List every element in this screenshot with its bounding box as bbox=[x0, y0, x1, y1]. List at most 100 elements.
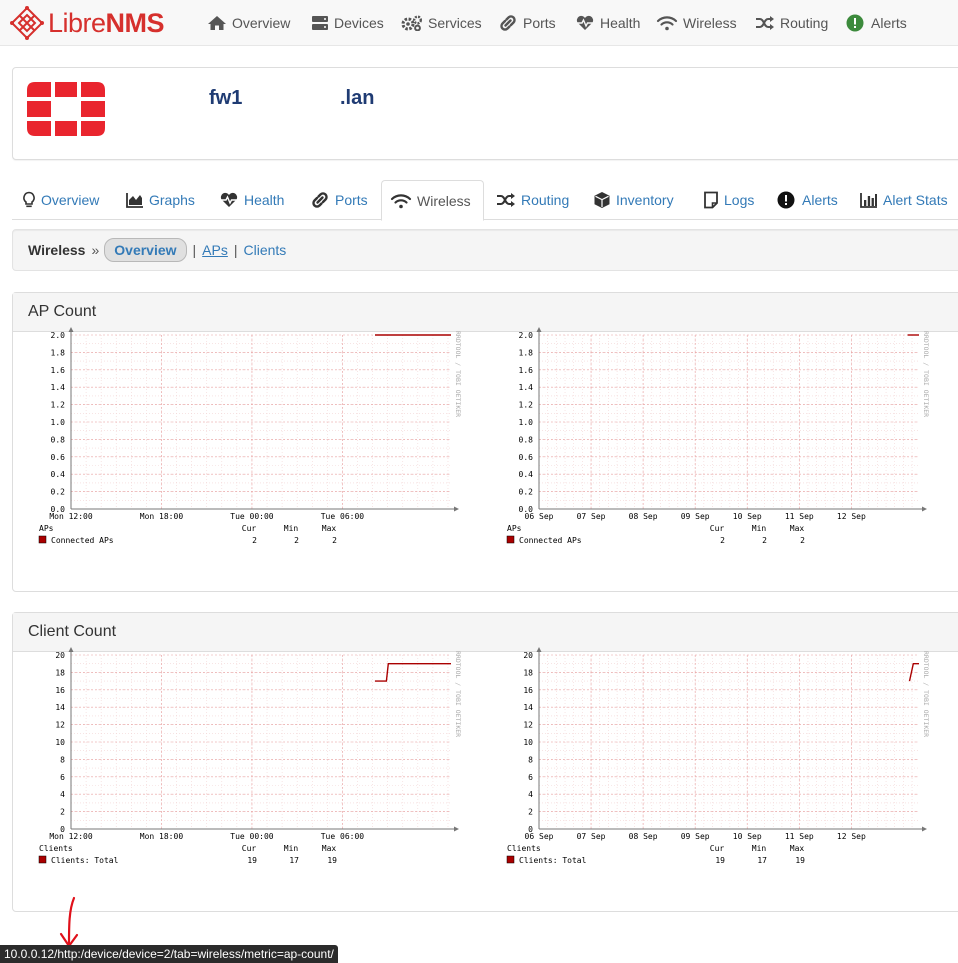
y-tick-label: 1.0 bbox=[519, 418, 534, 427]
legend-swatch bbox=[506, 535, 515, 544]
ap-count-panel: AP Count 0.0 0.2 0.4 0.6 0.8 1.0 1.2 1.4 1.6 1.8 2… bbox=[12, 292, 958, 592]
y-tick-label: 16 bbox=[55, 686, 65, 695]
x-axis-arrow bbox=[922, 506, 927, 512]
legend-value: 2 bbox=[800, 536, 805, 545]
legend-value: 2 bbox=[294, 536, 299, 545]
nav-label: Devices bbox=[334, 15, 384, 31]
tab-ports[interactable]: Ports bbox=[302, 180, 376, 220]
tab-graphs[interactable]: Graphs bbox=[118, 180, 203, 220]
nav-ports[interactable]: Ports bbox=[498, 0, 556, 46]
brand-name: LibreNMS bbox=[48, 7, 165, 38]
y-tick-label: 1.8 bbox=[51, 348, 66, 357]
ap-count-week-graph[interactable]: 0.00.20.40.60.81.01.21.41.61.82.006 Sep 0… bbox=[497, 309, 937, 549]
y-tick-label: 6 bbox=[528, 773, 533, 782]
tab-label: Routing bbox=[521, 192, 570, 208]
legend-column-header: Max bbox=[790, 524, 805, 533]
y-tick-label: 4 bbox=[528, 790, 533, 799]
tab-logs[interactable]: Logs bbox=[695, 180, 762, 220]
tab-label: Overview bbox=[41, 192, 100, 208]
nav-label: Alerts bbox=[871, 15, 907, 31]
legend-column-header: Min bbox=[752, 844, 767, 853]
x-tick-label: 07 Sep bbox=[577, 832, 606, 841]
y-tick-label: 0.6 bbox=[51, 453, 66, 462]
legend-series-name: Clients: Total bbox=[519, 856, 587, 865]
nav-health[interactable]: Health bbox=[575, 0, 640, 46]
y-tick-label: 12 bbox=[55, 721, 65, 730]
bar-chart-icon bbox=[860, 193, 877, 208]
legend-value: 19 bbox=[247, 856, 257, 865]
x-tick-label: Mon 18:00 bbox=[140, 512, 184, 521]
client-count-week-graph[interactable]: 0246810121416182006 Sep 07 Sep 08 Sep 09 Se… bbox=[497, 629, 937, 869]
tab-wireless[interactable]: Wireless bbox=[381, 180, 484, 221]
nav-alerts[interactable]: Alerts bbox=[846, 0, 907, 46]
y-tick-label: 10 bbox=[55, 738, 65, 747]
client-count-day-graph[interactable]: 02468101214161820Mon 12:00 Mon 18:00 Tue 0… bbox=[29, 629, 469, 869]
x-tick-label: 09 Sep bbox=[681, 512, 710, 521]
nav-overview[interactable]: Overview bbox=[207, 0, 290, 46]
legend-column-header: Cur bbox=[710, 844, 725, 853]
nav-label: Overview bbox=[232, 15, 291, 31]
submenu-clients-link[interactable]: Clients bbox=[244, 242, 287, 258]
tab-health[interactable]: Health bbox=[211, 180, 292, 220]
device-domain[interactable]: .lan bbox=[340, 87, 374, 110]
home-icon bbox=[208, 16, 226, 30]
nav-label: Wireless bbox=[683, 15, 737, 31]
legend-value: 2 bbox=[720, 536, 725, 545]
nav-devices[interactable]: Devices bbox=[311, 0, 384, 46]
submenu-aps-link[interactable]: APs bbox=[202, 242, 228, 258]
brand-logo[interactable]: LibreNMS bbox=[10, 4, 165, 42]
wireless-submenu: Wireless » Overview | APs | Clients bbox=[12, 229, 958, 271]
legend-value: 19 bbox=[327, 856, 337, 865]
lightbulb-icon bbox=[23, 191, 35, 208]
legend-swatch bbox=[38, 855, 47, 864]
legend-column-header: Min bbox=[284, 844, 299, 853]
ap-count-day-graph[interactable]: 0.00.20.40.60.81.01.21.41.61.82.0Mon 12:… bbox=[29, 309, 469, 549]
y-tick-label: 1.2 bbox=[519, 401, 534, 410]
heartbeat-icon bbox=[220, 192, 238, 207]
heartbeat-icon bbox=[576, 15, 594, 30]
legend-title: Clients bbox=[507, 844, 541, 853]
server-icon bbox=[312, 16, 328, 30]
tab-inventory[interactable]: Inventory bbox=[585, 180, 682, 220]
x-tick-label: 09 Sep bbox=[681, 832, 710, 841]
legend-value: 19 bbox=[715, 856, 725, 865]
device-hostname[interactable]: fw1 bbox=[209, 87, 242, 110]
rrdtool-watermark: RRDTOOL / TOBI OETIKER bbox=[922, 331, 930, 417]
nav-routing[interactable]: Routing bbox=[755, 0, 828, 46]
submenu-arrow: » bbox=[91, 242, 100, 258]
y-tick-label: 1.6 bbox=[519, 366, 534, 375]
x-tick-label: 10 Sep bbox=[733, 512, 762, 521]
x-tick-label: 06 Sep bbox=[525, 512, 554, 521]
nav-services[interactable]: Services bbox=[401, 0, 482, 46]
tab-label: Alerts bbox=[802, 192, 838, 208]
top-navbar: LibreNMS Overview Devices Services Ports… bbox=[0, 0, 958, 46]
tab-alerts[interactable]: Alerts bbox=[769, 180, 846, 220]
tab-routing[interactable]: Routing bbox=[488, 180, 577, 220]
submenu-overview-pill[interactable]: Overview bbox=[104, 238, 187, 262]
y-tick-label: 8 bbox=[528, 755, 533, 764]
legend-column-header: Min bbox=[284, 524, 299, 533]
nav-label: Routing bbox=[780, 15, 829, 31]
tab-label: Alert Stats bbox=[883, 192, 948, 208]
tab-alert-stats[interactable]: Alert Stats bbox=[852, 180, 956, 220]
nav-label: Health bbox=[600, 15, 641, 31]
x-tick-label: Mon 12:00 bbox=[49, 832, 93, 841]
y-tick-label: 0.8 bbox=[51, 435, 66, 444]
y-tick-label: 16 bbox=[523, 686, 533, 695]
y-axis-arrow bbox=[536, 327, 542, 332]
rrdtool-watermark: RRDTOOL / TOBI OETIKER bbox=[454, 331, 462, 417]
x-tick-label: Tue 06:00 bbox=[321, 832, 365, 841]
x-tick-label: Mon 18:00 bbox=[140, 832, 184, 841]
x-tick-label: 11 Sep bbox=[785, 512, 814, 521]
y-tick-label: 1.0 bbox=[51, 418, 66, 427]
y-tick-label: 1.4 bbox=[519, 383, 534, 392]
legend-value: 2 bbox=[332, 536, 337, 545]
link-icon bbox=[500, 15, 516, 31]
x-tick-label: Tue 06:00 bbox=[321, 512, 365, 521]
nav-wireless[interactable]: Wireless bbox=[656, 0, 737, 46]
exclamation-circle-icon bbox=[846, 14, 864, 32]
fortinet-logo[interactable] bbox=[27, 82, 105, 136]
legend-title: APs bbox=[507, 524, 522, 533]
tab-overview[interactable]: Overview bbox=[14, 180, 107, 220]
y-tick-label: 4 bbox=[60, 790, 65, 799]
